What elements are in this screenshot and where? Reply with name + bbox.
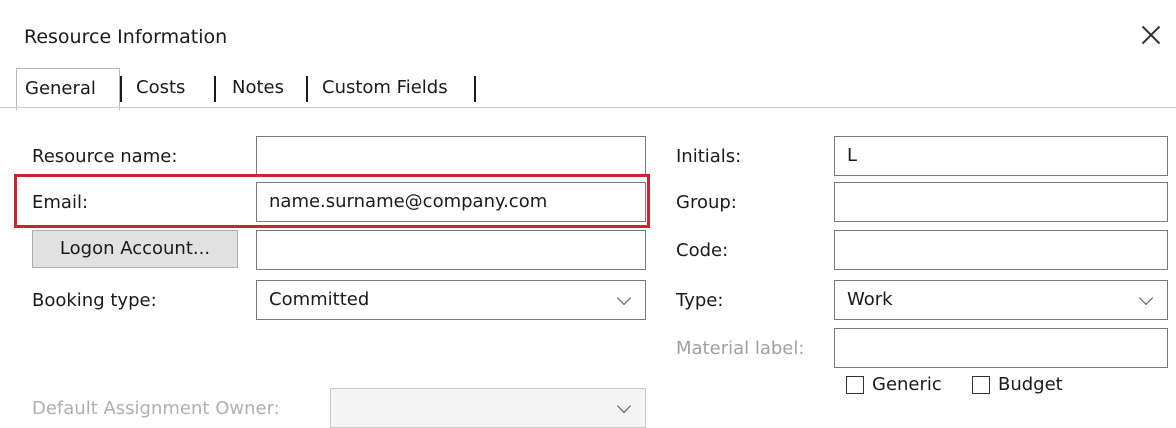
default-owner-label: Default Assignment Owner: (32, 398, 280, 419)
tab-separator (474, 76, 476, 102)
tab-costs[interactable]: Costs (128, 68, 193, 108)
tab-divider (0, 107, 1176, 108)
tab-custom-fields[interactable]: Custom Fields (314, 68, 456, 108)
booking-type-label: Booking type: (32, 290, 157, 311)
code-field[interactable] (834, 230, 1168, 270)
close-icon[interactable] (1136, 20, 1166, 50)
type-select[interactable]: Work (834, 280, 1168, 320)
booking-type-select[interactable]: Committed (256, 280, 646, 320)
tab-notes[interactable]: Notes (224, 68, 292, 108)
logon-account-button[interactable]: Logon Account... (32, 230, 238, 268)
tab-separator (214, 76, 216, 102)
resource-name-label: Resource name: (32, 146, 178, 167)
tab-general[interactable]: General (16, 68, 120, 110)
default-owner-select[interactable] (330, 388, 646, 428)
initials-label: Initials: (676, 146, 742, 167)
budget-checkbox[interactable] (972, 376, 990, 394)
code-label: Code: (676, 240, 729, 261)
initials-field[interactable]: L (834, 136, 1168, 176)
tab-separator (306, 76, 308, 102)
generic-label: Generic (872, 374, 942, 395)
logon-account-field[interactable] (256, 230, 646, 270)
tab-separator (120, 76, 122, 102)
group-field[interactable] (834, 182, 1168, 222)
tab-bar: General Costs Notes Custom Fields (0, 68, 1176, 110)
generic-checkbox[interactable] (846, 376, 864, 394)
budget-label: Budget (998, 374, 1063, 395)
resource-name-field[interactable] (256, 136, 646, 176)
material-label-label: Material label: (676, 338, 805, 359)
dialog-title: Resource Information (24, 26, 228, 48)
type-label: Type: (676, 290, 724, 311)
email-highlight (14, 174, 650, 228)
material-label-field[interactable] (834, 328, 1168, 368)
group-label: Group: (676, 192, 737, 213)
